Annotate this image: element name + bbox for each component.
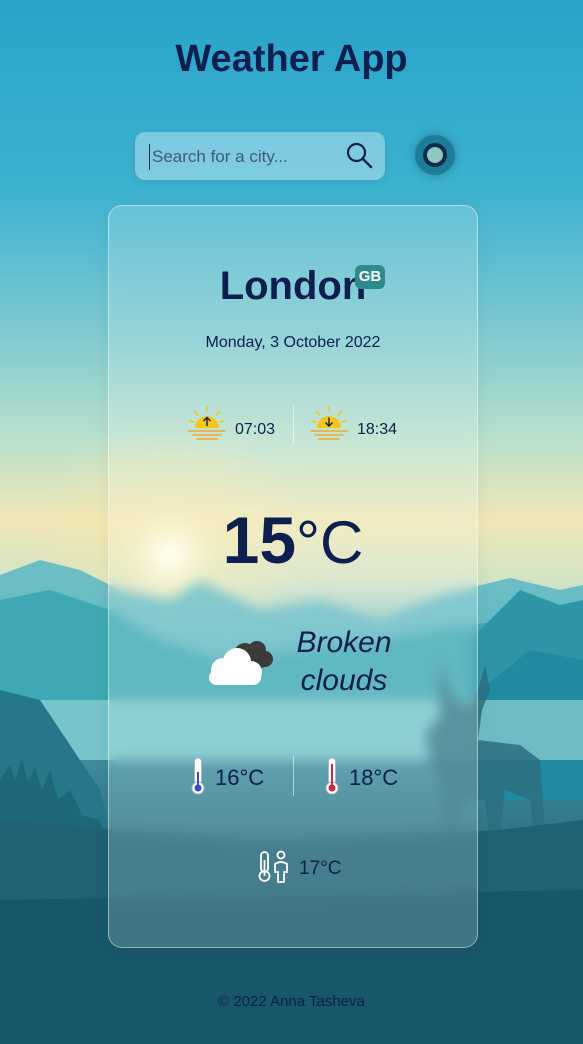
broken-clouds-icon <box>209 641 273 685</box>
min-temperature: 16°C <box>187 754 287 798</box>
feels-like-value: 17°C <box>299 858 342 879</box>
city-name: London <box>219 264 367 308</box>
sun-divider <box>293 406 294 444</box>
weather-card: London GB Monday, 3 October 2022 07:03 1… <box>108 205 478 948</box>
condition-line-1: Broken <box>296 626 392 659</box>
current-temperature: 15°C <box>109 502 477 578</box>
app-title: Weather App <box>175 38 408 80</box>
country-badge: GB <box>355 265 385 289</box>
sunset: 18:34 <box>309 404 409 446</box>
min-temperature-value: 16°C <box>215 765 265 790</box>
temperature-value: 15 <box>222 503 297 577</box>
sun-times: 07:03 18:34 <box>109 404 477 446</box>
thermometer-cold-icon <box>191 757 205 795</box>
sunrise-icon <box>188 406 226 440</box>
feels-like: 17°C <box>109 850 477 884</box>
search-icon[interactable] <box>345 141 373 169</box>
search-input[interactable] <box>149 144 339 170</box>
theme-toggle-dot <box>427 147 443 163</box>
max-temperature-value: 18°C <box>349 765 399 790</box>
min-max-temperatures: 16°C 18°C <box>109 754 477 798</box>
thermometer-hot-icon <box>325 757 339 795</box>
theme-toggle-button[interactable] <box>415 135 455 175</box>
condition-line-2: clouds <box>300 664 388 697</box>
sunset-icon <box>310 406 348 440</box>
current-date: Monday, 3 October 2022 <box>205 334 381 351</box>
sunset-time: 18:34 <box>357 421 398 438</box>
footer-copyright: © 2022 Anna Tasheva <box>218 993 365 1010</box>
sunrise-time: 07:03 <box>235 421 276 438</box>
city-heading: London <box>109 264 477 309</box>
sunrise: 07:03 <box>187 404 287 446</box>
feels-like-icon <box>258 850 288 883</box>
search-box <box>135 132 385 180</box>
max-temperature: 18°C <box>321 754 421 798</box>
temperature-unit: °C <box>296 509 364 576</box>
minmax-divider <box>293 756 294 796</box>
weather-condition: Broken clouds <box>285 624 403 700</box>
